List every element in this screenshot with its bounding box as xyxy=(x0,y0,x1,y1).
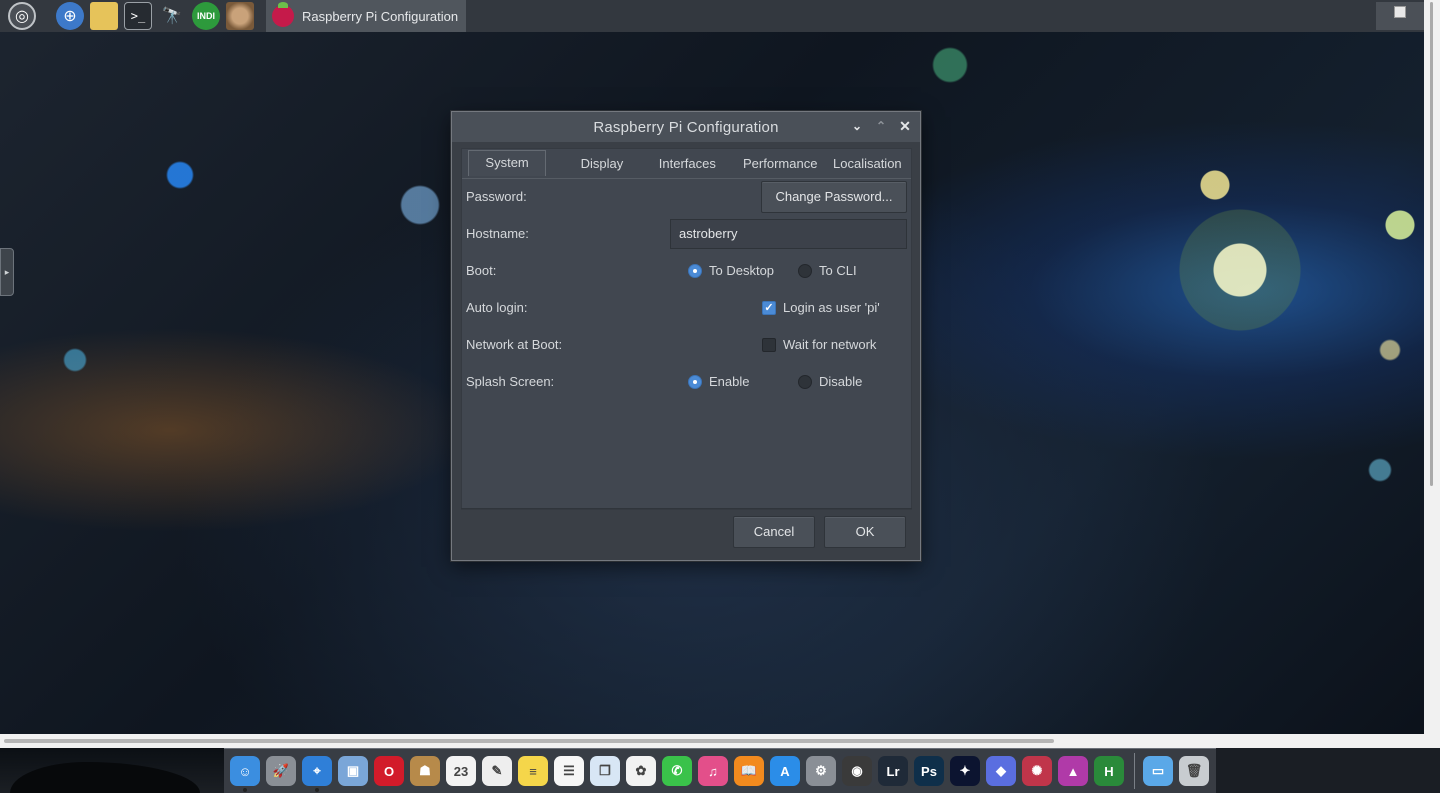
preview-icon[interactable]: ▣ xyxy=(338,756,368,786)
taskbar-window-button[interactable]: Raspberry Pi Configuration xyxy=(266,0,466,32)
notes-icon[interactable]: ≡ xyxy=(518,756,548,786)
splash-enable-label[interactable]: Enable xyxy=(709,374,749,389)
dock-separator xyxy=(1134,753,1135,789)
cancel-button[interactable]: Cancel xyxy=(733,516,815,548)
splash-row: Splash Screen: Enable Disable xyxy=(462,366,913,396)
horizontal-scrollbar[interactable] xyxy=(0,734,1440,748)
menu-icon[interactable]: ◎ xyxy=(8,2,36,30)
taskbar-window-title: Raspberry Pi Configuration xyxy=(302,8,459,24)
tab-localisation[interactable]: Localisation xyxy=(821,150,911,178)
boot-cli-radio[interactable] xyxy=(798,264,812,278)
indi-icon[interactable]: INDI xyxy=(192,2,220,30)
autologin-label: Auto login: xyxy=(466,300,528,315)
boot-desktop-label[interactable]: To Desktop xyxy=(709,263,774,278)
photoshop-icon[interactable]: Ps xyxy=(914,756,944,786)
boot-label: Boot: xyxy=(466,263,497,278)
close-button[interactable]: ✕ xyxy=(898,118,912,134)
hostname-row: Hostname: astroberry xyxy=(462,218,913,249)
hostname-input[interactable]: astroberry xyxy=(670,219,907,249)
telescope-icon[interactable]: 🔭 xyxy=(158,2,186,30)
show-desktop-button[interactable] xyxy=(1376,2,1424,30)
wallpaper-strip xyxy=(0,748,224,793)
splash-label: Splash Screen: xyxy=(466,374,555,389)
planet-icon[interactable] xyxy=(226,2,254,30)
dialog-title: Raspberry Pi Configuration xyxy=(593,118,779,136)
contacts-icon[interactable]: ☗ xyxy=(410,756,440,786)
password-label: Password: xyxy=(466,189,527,204)
itunes-icon[interactable]: ♫ xyxy=(698,756,728,786)
app-store-icon[interactable]: A xyxy=(770,756,800,786)
system-preferences-icon[interactable]: ⚙ xyxy=(806,756,836,786)
ok-button[interactable]: OK xyxy=(824,516,906,548)
launchpad-icon[interactable]: 🚀 xyxy=(266,756,296,786)
paint-icon[interactable]: ✺ xyxy=(1022,756,1052,786)
dock: ☺ 🚀 ⌖ ▣ O ☗ 23 ✎ ≡ ☰ ❐ ✿ ✆ ♫ 📖 A ⚙ ◉ Lr Ps ✦ ◆ ✺ ▲ H ▭ 🗑 xyxy=(224,748,1216,793)
trash-icon[interactable]: 🗑 xyxy=(1179,756,1209,786)
side-panel-handle[interactable]: ▸ xyxy=(0,248,14,296)
tab-system[interactable]: System xyxy=(468,150,547,176)
raspberry-pi-icon xyxy=(272,2,294,27)
boot-row: Boot: To Desktop To CLI xyxy=(462,255,913,285)
stellarium-icon[interactable]: ✦ xyxy=(950,756,980,786)
minimize-button[interactable]: ⌄ xyxy=(850,118,864,134)
facetime-icon[interactable]: ✆ xyxy=(662,756,692,786)
change-password-button[interactable]: Change Password... xyxy=(761,181,907,213)
lightroom-icon[interactable]: Lr xyxy=(878,756,908,786)
network-boot-label: Network at Boot: xyxy=(466,337,563,352)
wallpaper-strip-right xyxy=(1216,748,1440,793)
network-boot-row: Network at Boot: Wait for network xyxy=(462,329,913,359)
wait-network-label[interactable]: Wait for network xyxy=(783,337,876,352)
opera-icon[interactable]: O xyxy=(374,756,404,786)
hostname-label: Hostname: xyxy=(466,226,529,241)
system-tab-panel: System Display Interfaces Performance Lo… xyxy=(461,148,912,510)
ibooks-icon[interactable]: 📖 xyxy=(734,756,764,786)
tab-display[interactable]: Display xyxy=(560,150,644,178)
cube-icon[interactable]: ◆ xyxy=(986,756,1016,786)
boot-cli-label[interactable]: To CLI xyxy=(819,263,857,278)
maximize-button[interactable]: ⌃ xyxy=(874,118,888,134)
window-icon xyxy=(1394,6,1406,18)
file-manager-icon[interactable] xyxy=(90,2,118,30)
splash-disable-label[interactable]: Disable xyxy=(819,374,862,389)
tab-interfaces[interactable]: Interfaces xyxy=(644,150,731,178)
footer-divider xyxy=(461,508,912,509)
textedit-icon[interactable]: ✎ xyxy=(482,756,512,786)
boot-desktop-radio[interactable] xyxy=(688,264,702,278)
autologin-option-label[interactable]: Login as user 'pi' xyxy=(783,300,880,315)
reminders-icon[interactable]: ☰ xyxy=(554,756,584,786)
vertical-scrollbar[interactable] xyxy=(1424,0,1440,734)
terminal-icon[interactable]: >_ xyxy=(124,2,152,30)
photos-icon[interactable]: ✿ xyxy=(626,756,656,786)
hdr-icon[interactable]: H xyxy=(1094,756,1124,786)
dialog-titlebar[interactable]: Raspberry Pi Configuration ⌄ ⌃ ✕ xyxy=(452,112,920,142)
camera-icon[interactable]: ◉ xyxy=(842,756,872,786)
browser-icon[interactable]: ⊕ xyxy=(56,2,84,30)
wait-network-checkbox[interactable] xyxy=(762,338,776,352)
finder-icon[interactable]: ☺ xyxy=(230,756,260,792)
preview-photos-icon[interactable]: ❐ xyxy=(590,756,620,786)
splash-disable-radio[interactable] xyxy=(798,375,812,389)
tab-performance[interactable]: Performance xyxy=(731,150,821,178)
calendar-icon[interactable]: 23 xyxy=(446,756,476,786)
affinity-photo-icon[interactable]: ▲ xyxy=(1058,756,1088,786)
splash-enable-radio[interactable] xyxy=(688,375,702,389)
taskbar: ◎ ⊕ >_ 🔭 INDI Raspberry Pi Configuration xyxy=(0,0,1440,32)
folder-icon[interactable]: ▭ xyxy=(1143,756,1173,786)
autologin-checkbox[interactable]: ✓ xyxy=(762,301,776,315)
raspberry-pi-configuration-dialog: Raspberry Pi Configuration ⌄ ⌃ ✕ System … xyxy=(451,111,921,561)
tab-bar: System Display Interfaces Performance Lo… xyxy=(462,149,911,179)
autologin-row: Auto login: ✓ Login as user 'pi' xyxy=(462,292,913,322)
safari-icon[interactable]: ⌖ xyxy=(302,756,332,792)
password-row: Password: Change Password... xyxy=(462,181,913,213)
